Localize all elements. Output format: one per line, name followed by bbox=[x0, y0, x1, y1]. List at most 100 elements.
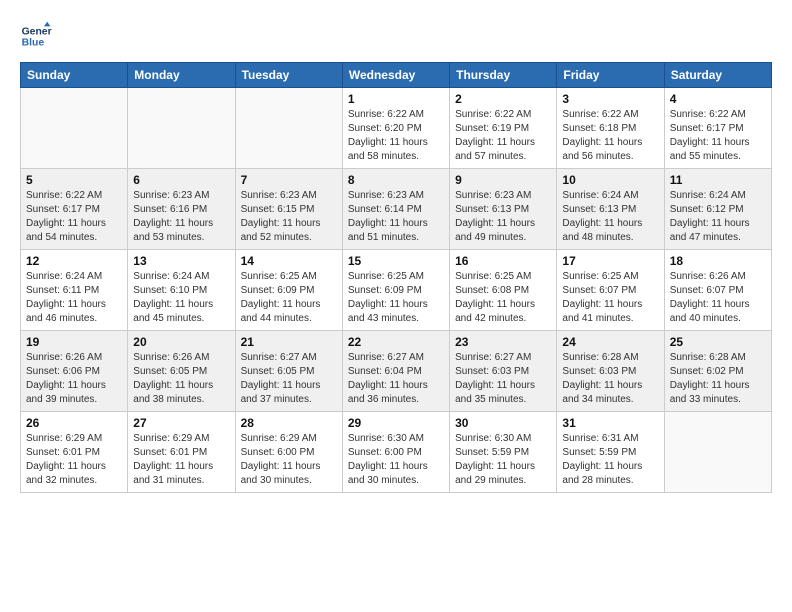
day-info: Sunrise: 6:25 AM Sunset: 6:09 PM Dayligh… bbox=[348, 270, 444, 326]
day-info: Sunrise: 6:30 AM Sunset: 5:59 PM Dayligh… bbox=[455, 432, 551, 488]
day-number: 17 bbox=[562, 254, 658, 268]
day-info: Sunrise: 6:22 AM Sunset: 6:20 PM Dayligh… bbox=[348, 108, 444, 164]
calendar-day-empty bbox=[235, 88, 342, 169]
calendar-day-29: 29 Sunrise: 6:30 AM Sunset: 6:00 PM Dayli… bbox=[342, 412, 449, 493]
weekday-header-monday: Monday bbox=[128, 63, 235, 88]
calendar-day-18: 18Sunrise: 6:26 AM Sunset: 6:07 PM Dayli… bbox=[664, 250, 771, 331]
calendar-day-empty bbox=[664, 412, 771, 493]
calendar-day-empty bbox=[128, 88, 235, 169]
calendar-day-13: 13Sunrise: 6:24 AM Sunset: 6:10 PM Dayli… bbox=[128, 250, 235, 331]
calendar-day-3: 3 Sunrise: 6:22 AM Sunset: 6:18 PM Daylig… bbox=[557, 88, 664, 169]
day-info: Sunrise: 6:25 AM Sunset: 6:08 PM Dayligh… bbox=[455, 270, 551, 326]
calendar-day-1: 1Sunrise: 6:22 AM Sunset: 6:20 PM Daylig… bbox=[342, 88, 449, 169]
day-info: Sunrise: 6:29 AM Sunset: 6:01 PM Dayligh… bbox=[133, 432, 229, 488]
calendar-day-12: 12Sunrise: 6:24 AM Sunset: 6:11 PM Dayli… bbox=[21, 250, 128, 331]
day-number: 10 bbox=[562, 173, 658, 187]
calendar-week-row: 12Sunrise: 6:24 AM Sunset: 6:11 PM Dayli… bbox=[21, 250, 772, 331]
day-info: Sunrise: 6:22 AM Sunset: 6:17 PM Dayligh… bbox=[26, 189, 122, 245]
day-number: 6 bbox=[133, 173, 229, 187]
calendar-day-30: 30 Sunrise: 6:30 AM Sunset: 5:59 PM Dayli… bbox=[450, 412, 557, 493]
calendar-day-10: 10Sunrise: 6:24 AM Sunset: 6:13 PM Dayli… bbox=[557, 169, 664, 250]
calendar-day-26: 26 Sunrise: 6:29 AM Sunset: 6:01 PM Dayli… bbox=[21, 412, 128, 493]
calendar-day-14: 14Sunrise: 6:25 AM Sunset: 6:09 PM Dayli… bbox=[235, 250, 342, 331]
day-info: Sunrise: 6:27 AM Sunset: 6:04 PM Dayligh… bbox=[348, 351, 444, 407]
day-info: Sunrise: 6:27 AM Sunset: 6:05 PM Dayligh… bbox=[241, 351, 337, 407]
calendar-day-8: 8 Sunrise: 6:23 AM Sunset: 6:14 PM Daylig… bbox=[342, 169, 449, 250]
calendar-day-19: 19 Sunrise: 6:26 AM Sunset: 6:06 PM Dayli… bbox=[21, 331, 128, 412]
weekday-header-tuesday: Tuesday bbox=[235, 63, 342, 88]
day-number: 31 bbox=[562, 416, 658, 430]
calendar-day-empty bbox=[21, 88, 128, 169]
day-info: Sunrise: 6:26 AM Sunset: 6:05 PM Dayligh… bbox=[133, 351, 229, 407]
calendar-day-7: 7 Sunrise: 6:23 AM Sunset: 6:15 PM Daylig… bbox=[235, 169, 342, 250]
day-info: Sunrise: 6:31 AM Sunset: 5:59 PM Dayligh… bbox=[562, 432, 658, 488]
day-info: Sunrise: 6:22 AM Sunset: 6:18 PM Dayligh… bbox=[562, 108, 658, 164]
day-info: Sunrise: 6:29 AM Sunset: 6:01 PM Dayligh… bbox=[26, 432, 122, 488]
svg-text:General: General bbox=[22, 26, 52, 37]
day-number: 23 bbox=[455, 335, 551, 349]
calendar-day-4: 4 Sunrise: 6:22 AM Sunset: 6:17 PM Daylig… bbox=[664, 88, 771, 169]
day-number: 3 bbox=[562, 92, 658, 106]
calendar-day-2: 2 Sunrise: 6:22 AM Sunset: 6:19 PM Daylig… bbox=[450, 88, 557, 169]
calendar-day-11: 11 Sunrise: 6:24 AM Sunset: 6:12 PM Dayli… bbox=[664, 169, 771, 250]
day-number: 8 bbox=[348, 173, 444, 187]
weekday-header-friday: Friday bbox=[557, 63, 664, 88]
calendar-day-25: 25 Sunrise: 6:28 AM Sunset: 6:02 PM Dayli… bbox=[664, 331, 771, 412]
day-info: Sunrise: 6:23 AM Sunset: 6:14 PM Dayligh… bbox=[348, 189, 444, 245]
day-number: 7 bbox=[241, 173, 337, 187]
calendar-day-17: 17 Sunrise: 6:25 AM Sunset: 6:07 PM Dayli… bbox=[557, 250, 664, 331]
day-number: 25 bbox=[670, 335, 766, 349]
day-info: Sunrise: 6:25 AM Sunset: 6:07 PM Dayligh… bbox=[562, 270, 658, 326]
calendar-day-5: 5 Sunrise: 6:22 AM Sunset: 6:17 PM Daylig… bbox=[21, 169, 128, 250]
page-header: General Blue bbox=[20, 20, 772, 52]
day-info: Sunrise: 6:26 AM Sunset: 6:06 PM Dayligh… bbox=[26, 351, 122, 407]
day-info: Sunrise: 6:27 AM Sunset: 6:03 PM Dayligh… bbox=[455, 351, 551, 407]
calendar-day-27: 27 Sunrise: 6:29 AM Sunset: 6:01 PM Dayli… bbox=[128, 412, 235, 493]
weekday-header-sunday: Sunday bbox=[21, 63, 128, 88]
calendar-day-22: 22Sunrise: 6:27 AM Sunset: 6:04 PM Dayli… bbox=[342, 331, 449, 412]
day-number: 29 bbox=[348, 416, 444, 430]
calendar-week-row: 19 Sunrise: 6:26 AM Sunset: 6:06 PM Dayli… bbox=[21, 331, 772, 412]
day-number: 12 bbox=[26, 254, 122, 268]
day-number: 21 bbox=[241, 335, 337, 349]
calendar-day-24: 24 Sunrise: 6:28 AM Sunset: 6:03 PM Dayli… bbox=[557, 331, 664, 412]
day-info: Sunrise: 6:28 AM Sunset: 6:03 PM Dayligh… bbox=[562, 351, 658, 407]
day-info: Sunrise: 6:30 AM Sunset: 6:00 PM Dayligh… bbox=[348, 432, 444, 488]
calendar-day-28: 28Sunrise: 6:29 AM Sunset: 6:00 PM Dayli… bbox=[235, 412, 342, 493]
day-number: 2 bbox=[455, 92, 551, 106]
day-number: 16 bbox=[455, 254, 551, 268]
calendar-day-20: 20Sunrise: 6:26 AM Sunset: 6:05 PM Dayli… bbox=[128, 331, 235, 412]
weekday-header-row: SundayMondayTuesdayWednesdayThursdayFrid… bbox=[21, 63, 772, 88]
day-number: 19 bbox=[26, 335, 122, 349]
day-number: 9 bbox=[455, 173, 551, 187]
calendar-day-9: 9Sunrise: 6:23 AM Sunset: 6:13 PM Daylig… bbox=[450, 169, 557, 250]
calendar-week-row: 26 Sunrise: 6:29 AM Sunset: 6:01 PM Dayli… bbox=[21, 412, 772, 493]
day-number: 26 bbox=[26, 416, 122, 430]
day-info: Sunrise: 6:29 AM Sunset: 6:00 PM Dayligh… bbox=[241, 432, 337, 488]
day-number: 24 bbox=[562, 335, 658, 349]
calendar-week-row: 5 Sunrise: 6:22 AM Sunset: 6:17 PM Daylig… bbox=[21, 169, 772, 250]
day-info: Sunrise: 6:24 AM Sunset: 6:12 PM Dayligh… bbox=[670, 189, 766, 245]
day-number: 18 bbox=[670, 254, 766, 268]
calendar-day-6: 6 Sunrise: 6:23 AM Sunset: 6:16 PM Daylig… bbox=[128, 169, 235, 250]
calendar-day-31: 31 Sunrise: 6:31 AM Sunset: 5:59 PM Dayli… bbox=[557, 412, 664, 493]
calendar-day-15: 15Sunrise: 6:25 AM Sunset: 6:09 PM Dayli… bbox=[342, 250, 449, 331]
logo-icon: General Blue bbox=[20, 20, 52, 52]
day-info: Sunrise: 6:24 AM Sunset: 6:10 PM Dayligh… bbox=[133, 270, 229, 326]
day-number: 30 bbox=[455, 416, 551, 430]
day-number: 5 bbox=[26, 173, 122, 187]
calendar-day-21: 21 Sunrise: 6:27 AM Sunset: 6:05 PM Dayli… bbox=[235, 331, 342, 412]
weekday-header-saturday: Saturday bbox=[664, 63, 771, 88]
weekday-header-wednesday: Wednesday bbox=[342, 63, 449, 88]
day-info: Sunrise: 6:23 AM Sunset: 6:15 PM Dayligh… bbox=[241, 189, 337, 245]
day-info: Sunrise: 6:28 AM Sunset: 6:02 PM Dayligh… bbox=[670, 351, 766, 407]
calendar-week-row: 1Sunrise: 6:22 AM Sunset: 6:20 PM Daylig… bbox=[21, 88, 772, 169]
day-info: Sunrise: 6:22 AM Sunset: 6:17 PM Dayligh… bbox=[670, 108, 766, 164]
weekday-header-thursday: Thursday bbox=[450, 63, 557, 88]
day-number: 27 bbox=[133, 416, 229, 430]
day-info: Sunrise: 6:22 AM Sunset: 6:19 PM Dayligh… bbox=[455, 108, 551, 164]
day-number: 4 bbox=[670, 92, 766, 106]
calendar-day-16: 16 Sunrise: 6:25 AM Sunset: 6:08 PM Dayli… bbox=[450, 250, 557, 331]
day-number: 11 bbox=[670, 173, 766, 187]
day-info: Sunrise: 6:23 AM Sunset: 6:16 PM Dayligh… bbox=[133, 189, 229, 245]
